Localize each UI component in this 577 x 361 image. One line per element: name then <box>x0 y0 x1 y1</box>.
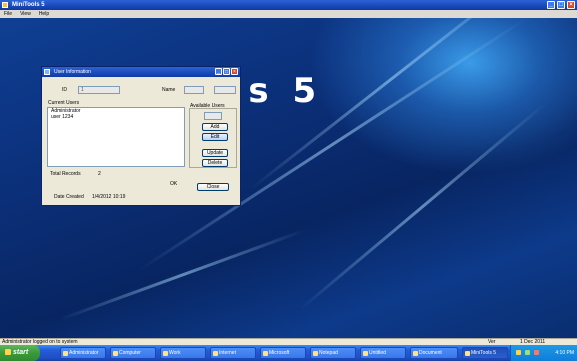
user-list[interactable]: Administrator user 1234 <box>47 107 185 167</box>
start-label: start <box>13 349 29 356</box>
update-button[interactable]: Update <box>202 149 228 157</box>
maximize-icon[interactable]: □ <box>557 1 565 9</box>
app-title-bar[interactable]: MiniTools 5 _ □ × <box>0 0 577 10</box>
window-controls: _ □ × <box>547 1 575 9</box>
dialog-close-icon[interactable]: × <box>231 68 238 75</box>
add-button[interactable]: Add <box>202 123 228 131</box>
taskbar-item[interactable]: Internet <box>210 347 256 359</box>
tray-icon[interactable] <box>534 350 539 355</box>
dialog-maximize-icon[interactable]: □ <box>223 68 230 75</box>
taskbar-item-label: Administrator <box>69 350 99 356</box>
id-label: ID <box>62 87 67 93</box>
taskbar-item[interactable]: Microsoft <box>260 347 306 359</box>
taskbar-item-label: Document <box>419 350 442 356</box>
taskbar-item[interactable]: Untitled <box>360 347 406 359</box>
delete-button[interactable]: Delete <box>202 159 228 167</box>
taskbar-item-label: Work <box>169 350 181 356</box>
taskbar-item-active[interactable]: MiniTools 5 <box>462 347 508 359</box>
name-field[interactable] <box>184 86 204 94</box>
taskbar-item[interactable]: Computer <box>110 347 156 359</box>
app-icon <box>2 2 8 8</box>
taskbar-item[interactable]: Administrator <box>60 347 106 359</box>
windows-logo-icon <box>5 349 11 356</box>
edit-button[interactable]: Edit <box>202 133 228 141</box>
taskbar-item-label: MiniTools 5 <box>471 350 497 356</box>
window-icon <box>263 351 268 356</box>
dialog-title-bar[interactable]: User Information _ □ × <box>42 67 240 77</box>
status-bar: Administrator logged on to system Ver 1 … <box>0 338 577 345</box>
minimize-icon[interactable]: _ <box>547 1 555 9</box>
window-icon <box>213 351 218 356</box>
list-label: Current Users <box>48 100 80 106</box>
list-item[interactable]: user 1234 <box>48 114 184 120</box>
window-icon <box>63 351 68 356</box>
available-users-group: Add Edit Update Delete <box>189 108 237 168</box>
name-label: Name <box>162 87 176 93</box>
taskbar-item[interactable]: Document <box>410 347 458 359</box>
dialog-title: User Information <box>54 69 91 75</box>
tray-icon[interactable] <box>516 350 521 355</box>
system-tray: 4:10 PM <box>510 345 577 361</box>
dialog-controls: _ □ × <box>215 68 238 75</box>
taskbar: start Administrator Computer Work Intern… <box>0 345 577 361</box>
dialog-icon <box>44 69 50 75</box>
footer-label: Date Created <box>54 194 84 200</box>
light-streak <box>299 102 547 311</box>
start-button[interactable]: start <box>0 345 40 361</box>
tray-icon[interactable] <box>525 350 530 355</box>
id-field[interactable]: 1 <box>78 86 120 94</box>
ok-label: OK <box>170 181 178 187</box>
taskbar-item-label: Computer <box>119 350 141 356</box>
extra-field[interactable] <box>214 86 236 94</box>
window-icon <box>363 351 368 356</box>
count-value: 2 <box>98 171 101 177</box>
window-icon <box>465 351 470 356</box>
menu-bar: File View Help <box>0 10 577 18</box>
footer-value: 1/4/2012 10:19 <box>92 194 126 200</box>
user-dialog: User Information _ □ × ID 1 Name Current… <box>41 66 241 206</box>
taskbar-item[interactable]: Notepad <box>310 347 356 359</box>
count-label: Total Records <box>50 171 81 177</box>
taskbar-item-label: Microsoft <box>269 350 290 356</box>
menu-view[interactable]: View <box>20 10 31 18</box>
clock: 4:10 PM <box>555 350 574 356</box>
window-icon <box>313 351 318 356</box>
dialog-minimize-icon[interactable]: _ <box>215 68 222 75</box>
taskbar-item-label: Notepad <box>319 350 338 356</box>
window-icon <box>413 351 418 356</box>
close-icon[interactable]: × <box>567 1 575 9</box>
taskbar-item-label: Untitled <box>369 350 386 356</box>
window-icon <box>163 351 168 356</box>
app-title: MiniTools 5 <box>12 2 45 8</box>
taskbar-item[interactable]: Work <box>160 347 206 359</box>
window-icon <box>113 351 118 356</box>
taskbar-item-label: Internet <box>219 350 236 356</box>
group-field[interactable] <box>204 112 222 120</box>
close-button[interactable]: Close <box>197 183 229 191</box>
menu-help[interactable]: Help <box>39 10 49 18</box>
menu-file[interactable]: File <box>4 10 12 18</box>
